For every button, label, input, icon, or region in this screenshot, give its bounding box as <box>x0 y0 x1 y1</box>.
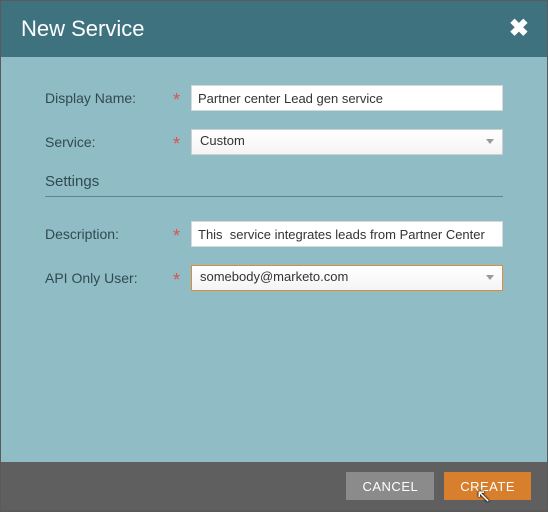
required-asterisk-icon: * <box>173 227 187 245</box>
row-service: Service: * Custom <box>45 129 503 155</box>
row-display-name: Display Name: * <box>45 85 503 111</box>
close-icon[interactable]: ✖ <box>509 17 529 41</box>
dialog-titlebar: New Service ✖ <box>1 1 547 57</box>
api-only-user-field-wrap: somebody@marketo.com <box>191 265 503 291</box>
api-only-user-select-value: somebody@marketo.com <box>200 269 348 284</box>
cancel-button[interactable]: CANCEL <box>346 472 434 500</box>
api-only-user-label: API Only User: <box>45 270 173 286</box>
row-api-only-user: API Only User: * somebody@marketo.com <box>45 265 503 291</box>
service-select-value: Custom <box>200 133 245 148</box>
settings-divider <box>45 196 503 197</box>
required-asterisk-icon: * <box>173 271 187 289</box>
new-service-dialog: New Service ✖ Display Name: * Service: *… <box>1 1 547 510</box>
dialog-content: Display Name: * Service: * Custom Settin… <box>1 57 547 462</box>
description-label: Description: <box>45 226 173 242</box>
row-description: Description: * <box>45 221 503 247</box>
display-name-label: Display Name: <box>45 90 173 106</box>
required-asterisk-icon: * <box>173 135 187 153</box>
display-name-field-wrap <box>191 85 503 111</box>
description-input[interactable] <box>191 221 503 247</box>
chevron-down-icon <box>486 139 494 144</box>
service-select[interactable]: Custom <box>191 129 503 155</box>
api-only-user-select[interactable]: somebody@marketo.com <box>191 265 503 291</box>
service-field-wrap: Custom <box>191 129 503 155</box>
dialog-title: New Service <box>21 16 144 42</box>
dialog-footer: CANCEL CREATE <box>1 462 547 510</box>
settings-heading: Settings <box>45 173 503 190</box>
service-label: Service: <box>45 134 173 150</box>
create-button[interactable]: CREATE <box>444 472 531 500</box>
chevron-down-icon <box>486 275 494 280</box>
display-name-input[interactable] <box>191 85 503 111</box>
required-asterisk-icon: * <box>173 91 187 109</box>
description-field-wrap <box>191 221 503 247</box>
